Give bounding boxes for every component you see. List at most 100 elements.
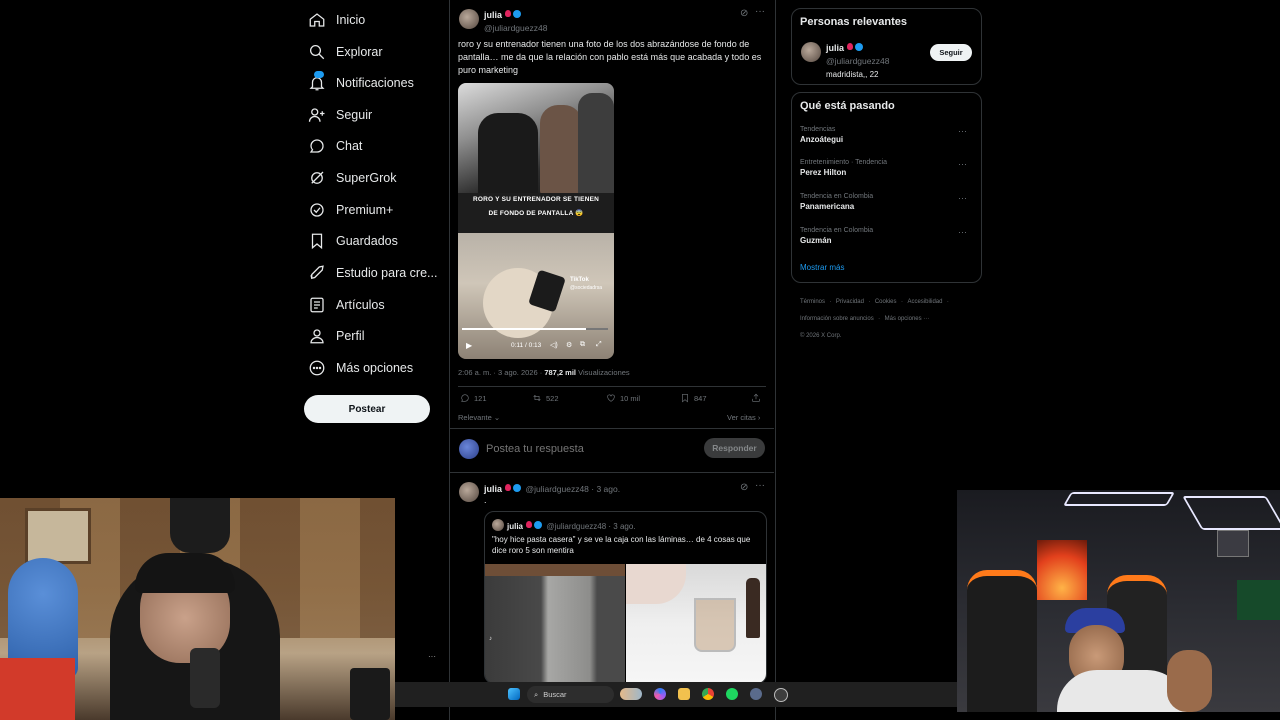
nav-item-notifications[interactable]: Notificaciones [308, 68, 414, 98]
footer-link[interactable]: Cookies [875, 299, 897, 305]
settings-icon[interactable]: ⚙ [566, 341, 572, 349]
nav-item-more[interactable]: Más opciones [308, 353, 413, 383]
person-info: julia @juliardguezz48 madridista,, 22 [826, 41, 889, 80]
footer-link[interactable]: Privacidad [836, 299, 864, 305]
nav-item-premium[interactable]: Premium+ [308, 195, 393, 225]
volume-icon[interactable]: ◁) [550, 341, 558, 349]
author-handle[interactable]: @juliardguezz48 · 3 ago. [525, 484, 620, 494]
quoted-image[interactable] [626, 564, 766, 683]
post-actions: 121 522 10 mil 847 [458, 393, 768, 407]
neon-sign [1237, 580, 1280, 620]
more-options-icon[interactable]: ··· [958, 227, 967, 237]
show-more-link[interactable]: Mostrar más [800, 263, 844, 272]
more-options-icon[interactable]: ··· [958, 126, 967, 136]
footer-link[interactable]: Información sobre anuncios [800, 316, 874, 322]
trend-item[interactable]: Tendencias Anzoátegui ··· [800, 126, 975, 144]
repost-button[interactable]: 522 [532, 393, 559, 403]
avatar[interactable] [801, 42, 821, 62]
copilot-icon[interactable] [654, 688, 666, 700]
author-handle[interactable]: @juliardguezz48 [484, 23, 547, 33]
video-caption: RORO Y SU ENTRENADOR SE TIENEN DE FONDO … [458, 193, 614, 221]
video-figure [478, 113, 538, 193]
taskbar-search-placeholder: Buscar [543, 690, 567, 699]
nav-item-bookmarks[interactable]: Guardados [308, 226, 398, 256]
grok-explain-icon[interactable]: ⊘ [740, 482, 748, 493]
grok-explain-icon[interactable]: ⊘ [740, 8, 748, 19]
like-button[interactable]: 10 mil [606, 393, 640, 403]
more-options-icon[interactable]: ··· [755, 480, 765, 491]
reply-button[interactable]: Responder [704, 438, 765, 458]
sort-dropdown[interactable]: Relevante ⌄ [458, 413, 500, 422]
footer-link[interactable]: Más opciones ··· [885, 316, 930, 322]
search-highlight-icon[interactable] [620, 688, 642, 700]
more-options-icon[interactable]: ··· [755, 6, 765, 17]
more-options-icon[interactable]: ··· [428, 652, 436, 661]
nav-item-chat[interactable]: Chat [308, 131, 362, 161]
tiktok-watermark: TikTok @sociedadrsa [570, 276, 602, 292]
card-title: Qué está pasando [800, 100, 895, 112]
share-button[interactable] [751, 393, 761, 403]
my-avatar[interactable] [459, 439, 479, 459]
rose-emoji-icon [505, 484, 512, 492]
divider [450, 428, 774, 429]
avatar[interactable] [459, 482, 479, 502]
quoted-image[interactable]: ♪ [485, 564, 625, 683]
repost-count: 522 [546, 393, 559, 403]
verified-badge-icon [513, 483, 522, 492]
nav-item-follow[interactable]: Seguir [308, 100, 372, 130]
chevron-down-icon: ⌄ [493, 413, 501, 422]
trend-item[interactable]: Entretenimiento · Tendencia Perez Hilton… [800, 159, 975, 177]
play-icon[interactable]: ▶ [466, 341, 472, 350]
fullscreen-icon[interactable]: ⤢ [596, 341, 602, 349]
nav-item-supergrok[interactable]: SuperGrok [308, 163, 396, 193]
video-caption-line: RORO Y SU ENTRENADOR SE TIENEN [472, 196, 600, 203]
reply-button[interactable]: 121 [460, 393, 487, 403]
verified-badge-icon [534, 520, 543, 529]
trend-meta: Tendencia en Colombia [800, 227, 874, 234]
nav-item-creator-studio[interactable]: Estudio para cre... [308, 258, 437, 288]
bookmark-button[interactable]: 847 [680, 393, 707, 403]
footer-link[interactable]: Accesibilidad [907, 299, 942, 305]
spotify-icon[interactable] [726, 688, 738, 700]
author-name: julia [507, 522, 524, 531]
video-player[interactable]: RORO Y SU ENTRENADOR SE TIENEN DE FONDO … [458, 83, 614, 359]
video-progress-track[interactable] [462, 328, 608, 330]
chat-bubble-icon [309, 139, 324, 153]
more-options-icon[interactable]: ··· [958, 193, 967, 203]
trend-item[interactable]: Tendencia en Colombia Guzmán ··· [800, 227, 975, 245]
trend-item[interactable]: Tendencia en Colombia Panamericana ··· [800, 193, 975, 211]
divider [450, 472, 774, 473]
nav-item-profile[interactable]: Perfil [308, 321, 364, 351]
nav-item-articles[interactable]: Artículos [308, 290, 385, 320]
author-name[interactable]: julia [484, 10, 502, 20]
video-figure [540, 105, 582, 195]
more-circle-icon [309, 360, 325, 376]
person-name[interactable]: julia [826, 43, 844, 53]
quoted-post[interactable]: julia @juliardguezz48 · 3 ago. "hoy hice… [484, 511, 767, 684]
reply-input[interactable] [484, 439, 688, 459]
avatar[interactable] [459, 9, 479, 29]
share-icon [752, 393, 760, 402]
settings-icon[interactable] [750, 688, 762, 700]
chrome-icon[interactable] [702, 688, 714, 700]
follow-button[interactable]: Seguir [930, 44, 972, 61]
view-quotes-link[interactable]: Ver citas › [727, 413, 760, 422]
person-handle[interactable]: @juliardguezz48 [826, 56, 889, 66]
trend-meta: Entretenimiento · Tendencia [800, 159, 888, 166]
bookmark-count: 847 [694, 393, 707, 403]
more-options-icon[interactable]: ··· [958, 159, 967, 169]
obs-icon[interactable] [774, 688, 788, 702]
nav-item-explore[interactable]: Explorar [308, 37, 383, 67]
fireplace-screen [1037, 540, 1087, 600]
taskbar-search[interactable]: ⌕ Buscar [527, 686, 614, 703]
windows-start-icon[interactable] [508, 688, 520, 700]
gaming-chair [967, 570, 1037, 712]
post-timestamp[interactable]: 2:06 a. m. · 3 ago. 2026 · [458, 368, 542, 377]
nav-item-label: Inicio [336, 13, 366, 27]
nav-item-home[interactable]: Inicio [308, 5, 365, 35]
author-name[interactable]: julia [484, 484, 502, 494]
post-button[interactable]: Postear [304, 395, 430, 423]
file-explorer-icon[interactable] [678, 688, 690, 700]
footer-link[interactable]: Términos [800, 299, 825, 305]
picture-in-picture-icon[interactable]: ⧉ [580, 341, 585, 349]
